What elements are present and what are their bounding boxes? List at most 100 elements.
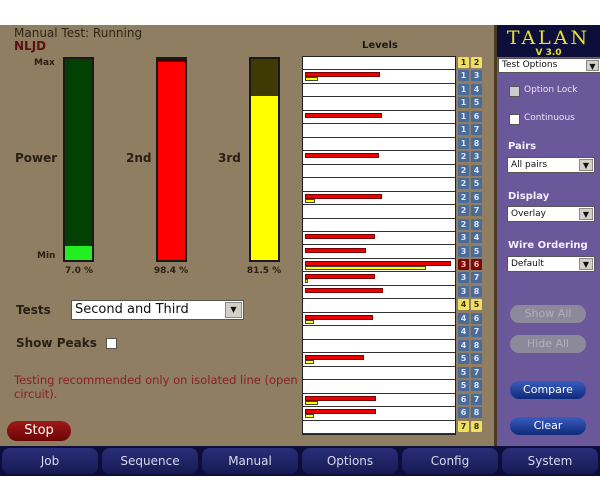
pair-wire-label[interactable]: 3 bbox=[458, 258, 469, 270]
pair-wire-label[interactable]: 4 bbox=[471, 83, 482, 95]
power-percent: 7.0 % bbox=[64, 266, 94, 276]
level-row bbox=[303, 393, 455, 408]
pair-wire-label[interactable]: 4 bbox=[458, 326, 469, 338]
tests-select[interactable]: Second and Third ▼ bbox=[71, 300, 244, 320]
continuous-checkbox[interactable] bbox=[509, 114, 520, 125]
stop-button[interactable]: Stop bbox=[7, 421, 71, 441]
nav-options[interactable]: Options bbox=[302, 448, 398, 474]
pair-wire-label[interactable]: 2 bbox=[458, 164, 469, 176]
level-row bbox=[303, 285, 455, 300]
pair-wire-label[interactable]: 1 bbox=[458, 97, 469, 109]
show-peaks-checkbox[interactable] bbox=[106, 338, 117, 349]
logo-text: TALAN bbox=[506, 27, 591, 49]
pairs-label: Pairs bbox=[508, 141, 537, 152]
pair-wire-label[interactable]: 2 bbox=[458, 191, 469, 203]
level-row bbox=[303, 407, 455, 421]
pair-wire-label[interactable]: 7 bbox=[471, 124, 482, 136]
pair-wire-label[interactable]: 2 bbox=[458, 151, 469, 163]
pair-wire-label[interactable]: 1 bbox=[458, 70, 469, 82]
pair-wire-label[interactable]: 8 bbox=[471, 285, 482, 297]
option-lock-checkbox[interactable] bbox=[509, 86, 520, 97]
pair-wire-label[interactable]: 8 bbox=[471, 407, 482, 419]
pair-wire-label[interactable]: 1 bbox=[458, 57, 469, 68]
pair-wire-label[interactable]: 4 bbox=[458, 339, 469, 351]
pair-wire-label[interactable]: 7 bbox=[471, 393, 482, 405]
pair-wire-label[interactable]: 7 bbox=[458, 420, 469, 432]
pair-wire-label[interactable]: 1 bbox=[458, 137, 469, 149]
level-row bbox=[303, 353, 455, 367]
pair-wire-label[interactable]: 4 bbox=[458, 299, 469, 311]
nav-manual[interactable]: Manual bbox=[202, 448, 298, 474]
power-label: Power bbox=[15, 151, 58, 165]
pair-wire-label[interactable]: 5 bbox=[471, 245, 482, 257]
pair-wire-label[interactable]: 8 bbox=[471, 137, 482, 149]
clear-button[interactable]: Clear bbox=[510, 417, 586, 435]
chevron-down-icon: ▼ bbox=[225, 302, 242, 318]
pair-labels: 1213141516171823242526272834353637384546… bbox=[458, 56, 488, 436]
nav-system[interactable]: System bbox=[502, 448, 598, 474]
pair-wire-label[interactable]: 3 bbox=[458, 285, 469, 297]
pair-wire-label[interactable]: 7 bbox=[471, 272, 482, 284]
test-mode: NLJD bbox=[14, 39, 47, 53]
display-label: Display bbox=[508, 191, 550, 202]
pair-wire-label[interactable]: 8 bbox=[471, 218, 482, 230]
pairs-select[interactable]: All pairs ▼ bbox=[507, 157, 595, 173]
pair-wire-label[interactable]: 3 bbox=[458, 232, 469, 244]
tests-label: Tests bbox=[16, 303, 51, 317]
third-meter bbox=[249, 57, 280, 262]
level-row bbox=[303, 258, 455, 273]
pair-wire-label[interactable]: 5 bbox=[471, 97, 482, 109]
pair-wire-label[interactable]: 2 bbox=[458, 205, 469, 217]
nav-job[interactable]: Job bbox=[2, 448, 98, 474]
pair-wire-label[interactable]: 8 bbox=[471, 339, 482, 351]
pair-wire-label[interactable]: 4 bbox=[471, 232, 482, 244]
pair-wire-label[interactable]: 4 bbox=[458, 312, 469, 324]
pair-wire-label[interactable]: 7 bbox=[471, 326, 482, 338]
test-options-value: Test Options bbox=[502, 60, 558, 70]
pair-wire-label[interactable]: 8 bbox=[471, 420, 482, 432]
pair-wire-label[interactable]: 1 bbox=[458, 124, 469, 136]
pair-wire-label[interactable]: 7 bbox=[471, 366, 482, 378]
pair-wire-label[interactable]: 6 bbox=[471, 110, 482, 122]
pair-wire-label[interactable]: 3 bbox=[458, 272, 469, 284]
pair-wire-label[interactable]: 5 bbox=[471, 299, 482, 311]
pair-wire-label[interactable]: 3 bbox=[471, 70, 482, 82]
nav-config[interactable]: Config bbox=[402, 448, 498, 474]
test-options-select[interactable]: Test Options ▼ bbox=[498, 58, 600, 73]
level-row bbox=[303, 191, 455, 206]
pair-wire-label[interactable]: 1 bbox=[458, 83, 469, 95]
pair-wire-label[interactable]: 6 bbox=[471, 353, 482, 365]
hide-all-button[interactable]: Hide All bbox=[510, 335, 586, 353]
pair-wire-label[interactable]: 7 bbox=[471, 205, 482, 217]
level-row bbox=[303, 299, 455, 313]
pair-wire-label[interactable]: 5 bbox=[471, 178, 482, 190]
third-harmonic-bar bbox=[305, 265, 426, 270]
levels-title: Levels bbox=[362, 40, 398, 51]
wire-ordering-select[interactable]: Default ▼ bbox=[507, 256, 595, 272]
options-sidebar: TALAN V 3.0 Test Options ▼ Option Lock Con… bbox=[494, 25, 600, 446]
show-all-button[interactable]: Show All bbox=[510, 305, 586, 323]
pair-wire-label[interactable]: 5 bbox=[458, 366, 469, 378]
nav-sequence[interactable]: Sequence bbox=[102, 448, 198, 474]
pair-wire-label[interactable]: 5 bbox=[458, 353, 469, 365]
pair-wire-label[interactable]: 1 bbox=[458, 110, 469, 122]
pair-wire-label[interactable]: 3 bbox=[471, 151, 482, 163]
pair-wire-label[interactable]: 8 bbox=[471, 380, 482, 392]
pair-wire-label[interactable]: 6 bbox=[458, 407, 469, 419]
level-row bbox=[303, 137, 455, 152]
pair-wire-label[interactable]: 2 bbox=[471, 57, 482, 68]
compare-button[interactable]: Compare bbox=[510, 381, 586, 399]
pair-wire-label[interactable]: 4 bbox=[471, 164, 482, 176]
pair-wire-label[interactable]: 6 bbox=[471, 258, 482, 270]
max-label: Max bbox=[34, 58, 55, 68]
pair-wire-label[interactable]: 2 bbox=[458, 178, 469, 190]
pair-wire-label[interactable]: 6 bbox=[471, 312, 482, 324]
pair-wire-label[interactable]: 2 bbox=[458, 218, 469, 230]
pair-wire-label[interactable]: 6 bbox=[471, 191, 482, 203]
pair-wire-label[interactable]: 3 bbox=[458, 245, 469, 257]
level-row bbox=[303, 124, 455, 138]
second-meter bbox=[156, 57, 187, 262]
pair-wire-label[interactable]: 5 bbox=[458, 380, 469, 392]
display-select[interactable]: Overlay ▼ bbox=[507, 206, 595, 222]
pair-wire-label[interactable]: 6 bbox=[458, 393, 469, 405]
